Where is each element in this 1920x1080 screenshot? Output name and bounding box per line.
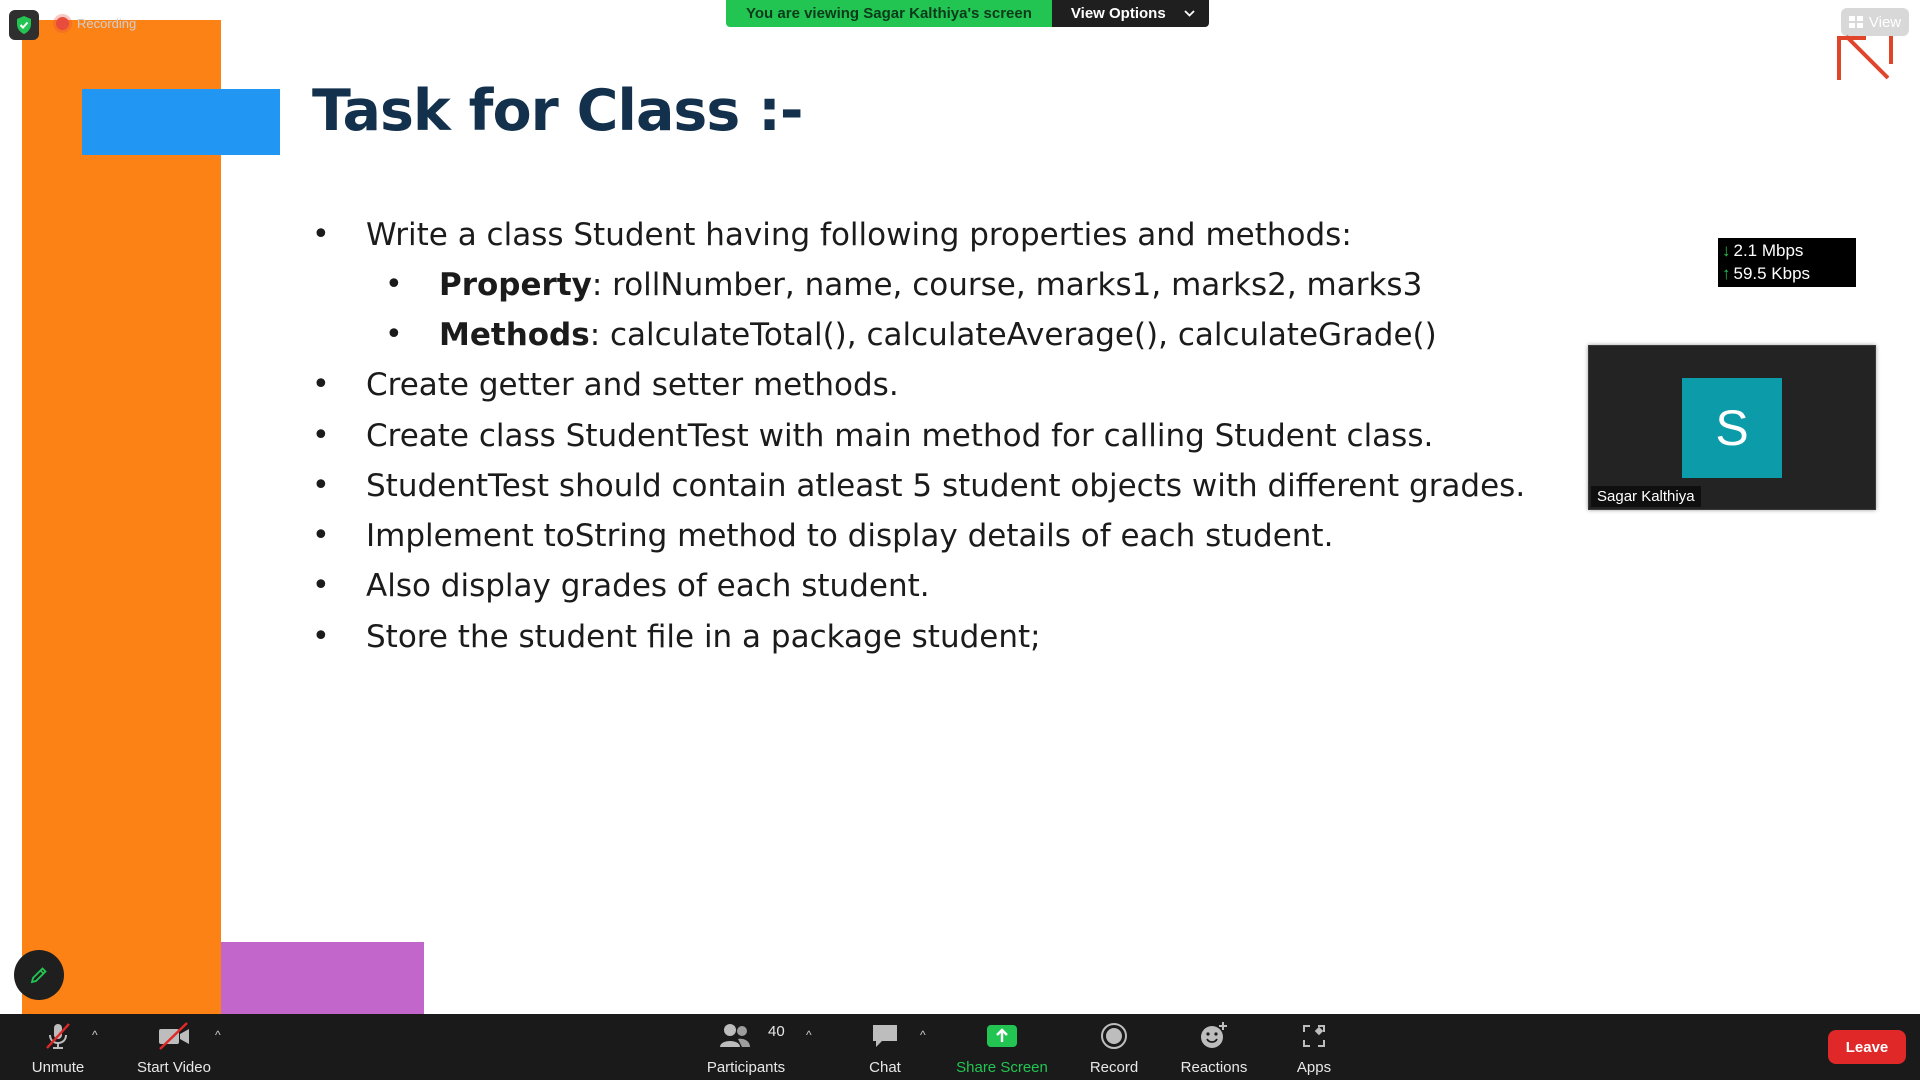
participants-count: 40	[768, 1023, 785, 1040]
bullet-item: • Store the student file in a package st…	[312, 617, 1041, 657]
view-label: View	[1868, 13, 1902, 31]
microphone-muted-icon	[46, 1023, 70, 1049]
record-button[interactable]: Record	[1084, 1014, 1144, 1080]
slide-orange-bar	[22, 20, 221, 1014]
participant-video-tile[interactable]: S Sagar Kalthiya	[1588, 345, 1876, 510]
bullet-text: Also display grades of each student.	[366, 568, 930, 604]
avatar: S	[1682, 378, 1782, 478]
leave-button[interactable]: Leave	[1828, 1030, 1906, 1064]
slide-blue-accent	[82, 89, 280, 155]
share-screen-button[interactable]: Share Screen	[954, 1014, 1050, 1080]
chat-label: Chat	[869, 1059, 901, 1076]
reactions-button[interactable]: Reactions	[1176, 1014, 1252, 1080]
unmute-button[interactable]: Unmute	[22, 1014, 94, 1080]
bullet-item: • Create getter and setter methods.	[312, 365, 899, 405]
bullet-dot: •	[385, 317, 403, 352]
bullet-item: • StudentTest should contain atleast 5 s…	[312, 466, 1526, 506]
view-options-label: View Options	[1070, 5, 1166, 22]
people-icon	[720, 1024, 750, 1047]
grid-icon	[1848, 16, 1863, 28]
recording-label: Recording	[77, 16, 137, 31]
shield-icon	[17, 16, 31, 34]
bullet-item: • Methods: calculateTotal(), calculateAv…	[385, 315, 1437, 355]
download-arrow-icon: ↓	[1722, 241, 1731, 260]
bullet-text: : rollNumber, name, course, marks1, mark…	[591, 267, 1423, 303]
share-arrow-icon	[987, 1025, 1017, 1047]
audio-options-caret[interactable]: ^	[92, 1028, 98, 1042]
record-dot-icon	[56, 17, 69, 30]
bullet-text: Write a class Student having following p…	[366, 217, 1352, 253]
view-layout-button[interactable]: View	[1841, 8, 1909, 36]
reactions-label: Reactions	[1180, 1059, 1248, 1076]
camera-off-icon	[159, 1022, 189, 1050]
record-label: Record	[1089, 1059, 1139, 1076]
bullet-dot: •	[385, 267, 403, 302]
upload-arrow-icon: ↑	[1722, 264, 1731, 283]
recording-indicator[interactable]: Recording	[56, 16, 136, 31]
download-speed-row: ↓ 2.1 Mbps	[1722, 239, 1856, 262]
chat-bubble-icon	[873, 1025, 897, 1047]
viewing-banner-text: You are viewing Sagar Kalthiya's screen	[726, 0, 1052, 27]
bullet-text: StudentTest should contain atleast 5 stu…	[366, 468, 1526, 504]
slide-purple-accent	[221, 942, 424, 1014]
video-options-caret[interactable]: ^	[215, 1028, 221, 1042]
participant-name-label: Sagar Kalthiya	[1591, 486, 1701, 507]
start-video-button[interactable]: Start Video	[130, 1014, 218, 1080]
participants-options-caret[interactable]: ^	[806, 1028, 812, 1042]
bullet-bold-term: Property	[439, 267, 592, 303]
apps-icon	[1303, 1025, 1325, 1047]
apps-label: Apps	[1296, 1059, 1332, 1076]
smiley-icon	[1201, 1022, 1227, 1048]
chat-button[interactable]: Chat	[862, 1014, 908, 1080]
annotate-button[interactable]	[14, 950, 64, 1000]
participants-button[interactable]: 40 Participants	[700, 1014, 792, 1080]
start-video-label: Start Video	[137, 1059, 211, 1076]
viewing-banner: You are viewing Sagar Kalthiya's screen …	[726, 0, 1209, 27]
bullet-text: Store the student file in a package stud…	[366, 619, 1041, 655]
apps-button[interactable]: Apps	[1288, 1014, 1340, 1080]
download-speed: 2.1 Mbps	[1733, 241, 1804, 260]
bullet-text: Implement toString method to display det…	[366, 518, 1334, 554]
share-screen-label: Share Screen	[956, 1059, 1048, 1076]
bullet-dot: •	[312, 217, 330, 252]
bullet-item: • Create class StudentTest with main met…	[312, 416, 1434, 456]
pencil-icon	[30, 967, 47, 984]
brand-logo-icon	[1837, 34, 1893, 80]
chevron-down-icon	[1184, 10, 1195, 17]
unmute-label: Unmute	[31, 1059, 85, 1076]
bullet-dot: •	[312, 468, 330, 503]
network-stats: ↓ 2.1 Mbps ↑ 59.5 Kbps	[1718, 238, 1856, 287]
bullet-text: Create getter and setter methods.	[366, 367, 899, 403]
bullet-item: • Write a class Student having following…	[312, 215, 1352, 255]
bullet-dot: •	[312, 568, 330, 603]
chat-options-caret[interactable]: ^	[920, 1028, 926, 1042]
bullet-text: Create class StudentTest with main metho…	[366, 418, 1434, 454]
view-options-button[interactable]: View Options	[1051, 0, 1209, 27]
bullet-dot: •	[312, 518, 330, 553]
upload-speed-row: ↑ 59.5 Kbps	[1722, 262, 1856, 285]
bullet-bold-term: Methods	[439, 317, 590, 353]
bullet-dot: •	[312, 619, 330, 654]
bullet-item: • Property: rollNumber, name, course, ma…	[385, 265, 1423, 305]
record-icon	[1101, 1023, 1127, 1049]
security-shield-button[interactable]	[9, 10, 39, 40]
participants-label: Participants	[706, 1059, 786, 1076]
bullet-dot: •	[312, 367, 330, 402]
bullet-item: • Implement toString method to display d…	[312, 516, 1334, 556]
meeting-toolbar: Unmute ^ Start Video ^ 40 Participants ^	[0, 1014, 1920, 1080]
bullet-text: : calculateTotal(), calculateAverage(), …	[589, 317, 1437, 353]
bullet-item: • Also display grades of each student.	[312, 566, 930, 606]
upload-speed: 59.5 Kbps	[1733, 264, 1811, 283]
bullet-dot: •	[312, 418, 330, 453]
slide-title: Task for Class :-	[312, 78, 804, 144]
